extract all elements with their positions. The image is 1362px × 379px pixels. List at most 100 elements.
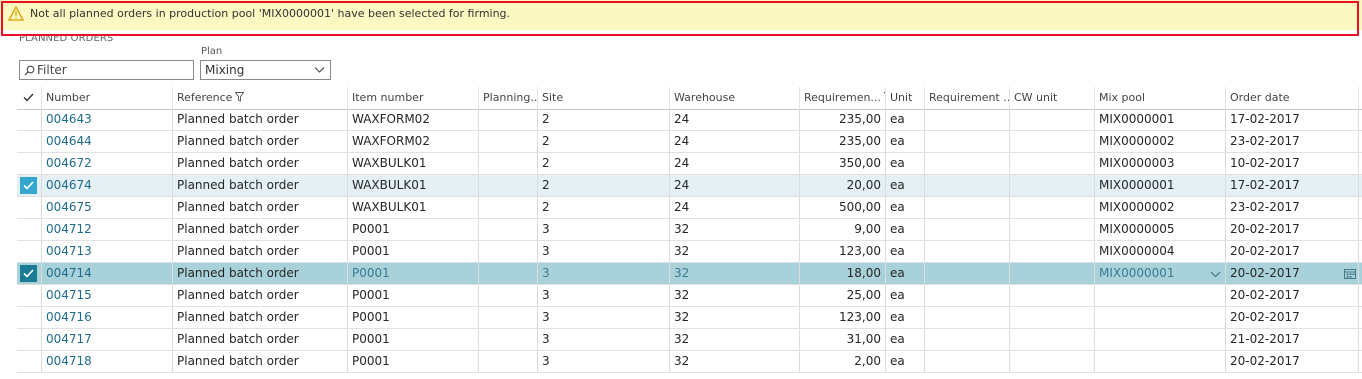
cell-cw-unit (1009, 219, 1094, 240)
cell-requirement-qty: 235,00 (799, 109, 885, 130)
table-row[interactable]: 004718 Planned batch order P0001 3 32 2,00 ea 2… (17, 351, 1362, 373)
col-header-overflow (1358, 87, 1362, 109)
filter-field[interactable] (19, 60, 194, 80)
plan-select-value: Mixing (205, 63, 245, 77)
table-row[interactable]: 004716 Planned batch order P0001 3 32 123,00 e… (17, 307, 1362, 329)
cell-planning (478, 351, 537, 372)
table-row[interactable]: 004643 Planned batch order WAXFORM02 2 24 235… (17, 109, 1362, 131)
cell-warehouse: 24 (669, 131, 799, 152)
cell-planning (478, 175, 537, 196)
cell-site: 2 (537, 153, 669, 174)
cell-warehouse: 24 (669, 109, 799, 130)
plan-select[interactable]: Mixing (200, 60, 331, 80)
cell-order-date: 20-02-2017 (1225, 219, 1358, 240)
col-header-requirement-qty[interactable]: Requiremen... (799, 87, 885, 109)
col-header-unit[interactable]: Unit (885, 87, 924, 109)
row-checkbox[interactable] (20, 265, 37, 282)
cell-number[interactable]: 004643 (41, 109, 172, 130)
row-select-cell[interactable] (17, 175, 41, 196)
cell-number[interactable]: 004672 (41, 153, 172, 174)
cell-number[interactable]: 004713 (41, 241, 172, 262)
cell-order-date: 17-02-2017 (1225, 175, 1358, 196)
cell-mix-pool: MIX0000005 (1094, 219, 1225, 240)
cell-requirement-qty: 9,00 (799, 219, 885, 240)
cell-site: 3 (537, 351, 669, 372)
row-select-cell[interactable] (17, 307, 41, 328)
cell-number[interactable]: 004712 (41, 219, 172, 240)
cell-number[interactable]: 004715 (41, 285, 172, 306)
cell-overflow (1358, 175, 1362, 196)
select-all-checkbox[interactable] (17, 87, 41, 109)
row-select-cell[interactable] (17, 263, 41, 284)
cell-requirement-qty: 123,00 (799, 241, 885, 262)
table-row[interactable]: 004672 Planned batch order WAXBULK01 2 24 350… (17, 153, 1362, 175)
cell-mix-pool (1094, 329, 1225, 350)
row-select-cell[interactable] (17, 153, 41, 174)
cell-number[interactable]: 004717 (41, 329, 172, 350)
cell-mix-pool: MIX0000001 (1094, 175, 1225, 196)
cell-number[interactable]: 004716 (41, 307, 172, 328)
row-select-cell[interactable] (17, 285, 41, 306)
cell-warehouse: 24 (669, 197, 799, 218)
col-header-order-date[interactable]: Order date (1225, 87, 1358, 109)
col-unit-label: Unit (890, 91, 913, 104)
cell-mix-pool: MIX0000001 (1094, 109, 1225, 130)
cell-reference: Planned batch order (172, 131, 347, 152)
cell-planning (478, 329, 537, 350)
cell-warehouse: 32 (669, 351, 799, 372)
calendar-icon[interactable] (1344, 268, 1356, 279)
cell-number[interactable]: 004714 (41, 263, 172, 284)
cell-order-date: 20-02-2017 (1225, 351, 1358, 372)
cell-overflow (1358, 131, 1362, 152)
cell-planning (478, 219, 537, 240)
row-select-cell[interactable] (17, 351, 41, 372)
row-select-cell[interactable] (17, 131, 41, 152)
table-row[interactable]: 004644 Planned batch order WAXFORM02 2 24 235… (17, 131, 1362, 153)
col-number-label: Number (46, 91, 91, 104)
cell-requirement-qty: 18,00 (799, 263, 885, 284)
cell-number[interactable]: 004675 (41, 197, 172, 218)
cell-requirement-date (924, 219, 1009, 240)
cell-unit: ea (885, 153, 924, 174)
row-select-cell[interactable] (17, 219, 41, 240)
table-row[interactable]: 004712 Planned batch order P0001 3 32 9,00 ea M… (17, 219, 1362, 241)
chevron-down-icon[interactable] (1210, 271, 1221, 278)
table-row[interactable]: 004713 Planned batch order P0001 3 32 123,00 e… (17, 241, 1362, 263)
col-header-number[interactable]: Number (41, 87, 172, 109)
col-header-cw-unit[interactable]: CW unit (1009, 87, 1094, 109)
row-select-cell[interactable] (17, 109, 41, 130)
table-row[interactable]: 004717 Planned batch order P0001 3 32 31,00 ea… (17, 329, 1362, 351)
col-header-site[interactable]: Site (537, 87, 669, 109)
col-header-item-number[interactable]: Item number (347, 87, 478, 109)
cell-requirement-date (924, 263, 1009, 284)
filter-input[interactable] (37, 62, 187, 78)
cell-cw-unit (1009, 263, 1094, 284)
cell-number[interactable]: 004674 (41, 175, 172, 196)
cell-requirement-date (924, 241, 1009, 262)
cell-mix-pool: MIX0000004 (1094, 241, 1225, 262)
cell-cw-unit (1009, 307, 1094, 328)
cell-number[interactable]: 004644 (41, 131, 172, 152)
cell-site: 2 (537, 109, 669, 130)
cell-number[interactable]: 004718 (41, 351, 172, 372)
table-row[interactable]: 004715 Planned batch order P0001 3 32 25,00 ea… (17, 285, 1362, 307)
col-header-warehouse[interactable]: Warehouse (669, 87, 799, 109)
row-select-cell[interactable] (17, 329, 41, 350)
cell-unit: ea (885, 109, 924, 130)
cell-item-number: WAXBULK01 (347, 197, 478, 218)
cell-requirement-date (924, 285, 1009, 306)
table-row[interactable]: 004714 Planned batch order P0001 3 32 18,00 ea… (17, 263, 1362, 285)
row-select-cell[interactable] (17, 241, 41, 262)
col-header-reference[interactable]: Reference (172, 87, 347, 109)
col-header-requirement-date[interactable]: Requirement ... (924, 87, 1009, 109)
cell-site: 3 (537, 263, 669, 284)
table-row[interactable]: 004674 Planned batch order WAXBULK01 2 24 20,… (17, 175, 1362, 197)
row-checkbox[interactable] (20, 177, 37, 194)
cell-overflow (1358, 351, 1362, 372)
cell-requirement-date (924, 329, 1009, 350)
col-header-mix-pool[interactable]: Mix pool (1094, 87, 1225, 109)
check-icon (23, 181, 34, 190)
table-row[interactable]: 004675 Planned batch order WAXBULK01 2 24 500… (17, 197, 1362, 219)
row-select-cell[interactable] (17, 197, 41, 218)
col-header-planning[interactable]: Planning... (478, 87, 537, 109)
